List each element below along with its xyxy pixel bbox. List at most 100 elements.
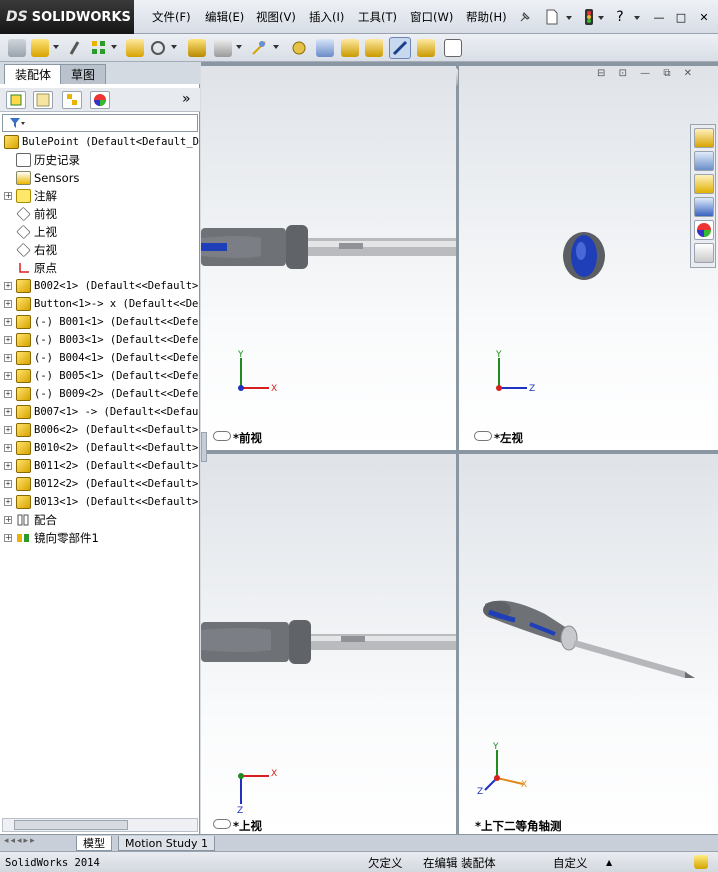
solidworks-logo[interactable]: DS SOLIDWORKS <box>0 0 134 34</box>
file-explorer-icon[interactable] <box>694 174 714 194</box>
tree-item[interactable]: + B010<2> (Default<<Default> <box>0 439 200 457</box>
mate-icon[interactable] <box>66 39 84 57</box>
minimize-window-button[interactable]: — <box>650 8 668 26</box>
viewport-minimize-icon[interactable]: — <box>640 68 650 79</box>
expand-panel-icon[interactable]: » <box>182 91 191 107</box>
tree-item[interactable]: Sensors <box>0 169 200 187</box>
rebuild-status-icon[interactable] <box>694 855 708 869</box>
traffic-light-icon[interactable] <box>580 8 598 26</box>
tab-motion-study[interactable]: Motion Study 1 <box>118 836 216 851</box>
appearances-icon[interactable] <box>694 220 714 240</box>
tree-item[interactable]: 上视 <box>0 223 200 241</box>
linear-pattern-icon[interactable] <box>90 39 108 57</box>
tab-sketch[interactable]: 草图 <box>60 64 107 84</box>
expand-toggle-icon[interactable]: + <box>4 426 12 434</box>
viewport-restore-icon[interactable]: ⧉ <box>663 68 670 79</box>
property-manager-icon[interactable] <box>33 91 53 109</box>
expand-toggle-icon[interactable]: + <box>4 318 12 326</box>
chevron-down-icon[interactable] <box>171 45 177 49</box>
expand-toggle-icon[interactable]: + <box>4 336 12 344</box>
status-units[interactable]: 自定义 <box>553 855 588 871</box>
tree-item[interactable]: + 配合 <box>0 511 200 529</box>
move-component-icon[interactable] <box>149 39 167 57</box>
expand-toggle-icon[interactable]: + <box>4 516 12 524</box>
tab-model[interactable]: 模型 <box>76 836 112 851</box>
units-up-arrow-icon[interactable]: ▲ <box>606 855 612 871</box>
chevron-down-icon[interactable] <box>598 16 604 20</box>
filter-icon[interactable] <box>9 117 25 129</box>
exploded-view-icon[interactable] <box>341 39 359 57</box>
menu-file[interactable]: 文件(F) <box>150 8 193 26</box>
expand-toggle-icon[interactable]: + <box>4 498 12 506</box>
menu-view[interactable]: 视图(V) <box>254 8 298 26</box>
scrollbar-thumb[interactable] <box>14 820 128 830</box>
bill-of-materials-icon[interactable] <box>316 39 334 57</box>
tree-root[interactable]: BulePoint (Default<Default_D <box>0 133 200 151</box>
insert-component-icon[interactable] <box>8 39 26 57</box>
tree-item[interactable]: + B013<1> (Default<<Default> <box>0 493 200 511</box>
interference-detection-icon[interactable] <box>417 39 435 57</box>
menu-tools[interactable]: 工具(T) <box>356 8 399 26</box>
display-manager-icon[interactable] <box>90 91 110 109</box>
chevron-down-icon[interactable] <box>634 16 640 20</box>
viewport-top[interactable]: X Z *上视 <box>201 454 456 834</box>
expand-toggle-icon[interactable]: + <box>4 354 12 362</box>
options-icon[interactable] <box>444 39 462 57</box>
chevron-down-icon[interactable] <box>236 45 242 49</box>
expand-toggle-icon[interactable]: + <box>4 480 12 488</box>
tree-item[interactable]: + Button<1>-> x (Default<<De <box>0 295 200 313</box>
expand-toggle-icon[interactable]: + <box>4 534 12 542</box>
show-hidden-components-icon[interactable] <box>188 39 206 57</box>
new-motion-study-icon[interactable] <box>290 39 308 57</box>
expand-toggle-icon[interactable]: + <box>4 372 12 380</box>
menu-edit[interactable]: 编辑(E) <box>203 8 246 26</box>
tree-item[interactable]: 历史记录 <box>0 151 200 169</box>
tree-item[interactable]: 原点 <box>0 259 200 277</box>
solidworks-resources-icon[interactable] <box>694 128 714 148</box>
reference-geometry-icon[interactable] <box>250 39 268 57</box>
tab-scroll-arrows[interactable]: ◂◂◂▸▸ <box>4 836 70 850</box>
close-window-button[interactable]: ✕ <box>695 8 713 26</box>
assembly-features-icon[interactable] <box>214 39 232 57</box>
restore-window-button[interactable]: □ <box>672 8 690 26</box>
feature-manager-tree-icon[interactable] <box>6 91 26 109</box>
tree-item[interactable]: + (-) B001<1> (Default<<Defe <box>0 313 200 331</box>
tile-vertical-icon[interactable]: ⊡ <box>619 68 627 79</box>
tree-item[interactable]: + (-) B004<1> (Default<<Defe <box>0 349 200 367</box>
smart-fasteners-icon[interactable] <box>126 39 144 57</box>
menu-help[interactable]: 帮助(H) <box>464 8 509 26</box>
tree-item[interactable]: + 镜向零部件1 <box>0 529 200 547</box>
menu-insert[interactable]: 插入(I) <box>307 8 346 26</box>
tree-item[interactable]: + 注解 <box>0 187 200 205</box>
expand-toggle-icon[interactable]: + <box>4 462 12 470</box>
chevron-down-icon[interactable] <box>53 45 59 49</box>
tree-item[interactable]: + B002<1> (Default<<Default> <box>0 277 200 295</box>
feature-filter[interactable] <box>2 114 198 132</box>
tree-item[interactable]: 右视 <box>0 241 200 259</box>
new-part-icon[interactable] <box>31 39 49 57</box>
expand-toggle-icon[interactable]: + <box>4 444 12 452</box>
expand-toggle-icon[interactable]: + <box>4 192 12 200</box>
expand-toggle-icon[interactable]: + <box>4 408 12 416</box>
expand-toggle-icon[interactable]: + <box>4 300 12 308</box>
tree-item[interactable]: + (-) B003<1> (Default<<Defe <box>0 331 200 349</box>
explode-line-sketch-icon[interactable] <box>365 39 383 57</box>
tree-item[interactable]: + B011<2> (Default<<Default> <box>0 457 200 475</box>
configuration-manager-icon[interactable] <box>62 91 82 109</box>
tree-item[interactable]: + (-) B009<2> (Default<<Defe <box>0 385 200 403</box>
viewport-left[interactable]: ⊟ ⊡ — ⧉ ✕ Y Z *左视 <box>459 66 718 450</box>
view-palette-icon[interactable] <box>694 197 714 217</box>
tree-item[interactable]: + B007<1> -> (Default<<Defau <box>0 403 200 421</box>
tree-item[interactable]: + B006<2> (Default<<Default> <box>0 421 200 439</box>
tree-item[interactable]: + (-) B005<1> (Default<<Defe <box>0 367 200 385</box>
link-views-icon[interactable] <box>213 431 231 441</box>
custom-properties-icon[interactable] <box>694 243 714 263</box>
instant3d-icon[interactable] <box>389 37 411 59</box>
design-library-icon[interactable] <box>694 151 714 171</box>
menu-window[interactable]: 窗口(W) <box>408 8 455 26</box>
tab-assembly[interactable]: 装配体 <box>4 64 63 84</box>
chevron-down-icon[interactable] <box>273 45 279 49</box>
chevron-down-icon[interactable] <box>111 45 117 49</box>
link-views-icon[interactable] <box>213 819 231 829</box>
help-icon[interactable]: ? <box>611 8 629 26</box>
